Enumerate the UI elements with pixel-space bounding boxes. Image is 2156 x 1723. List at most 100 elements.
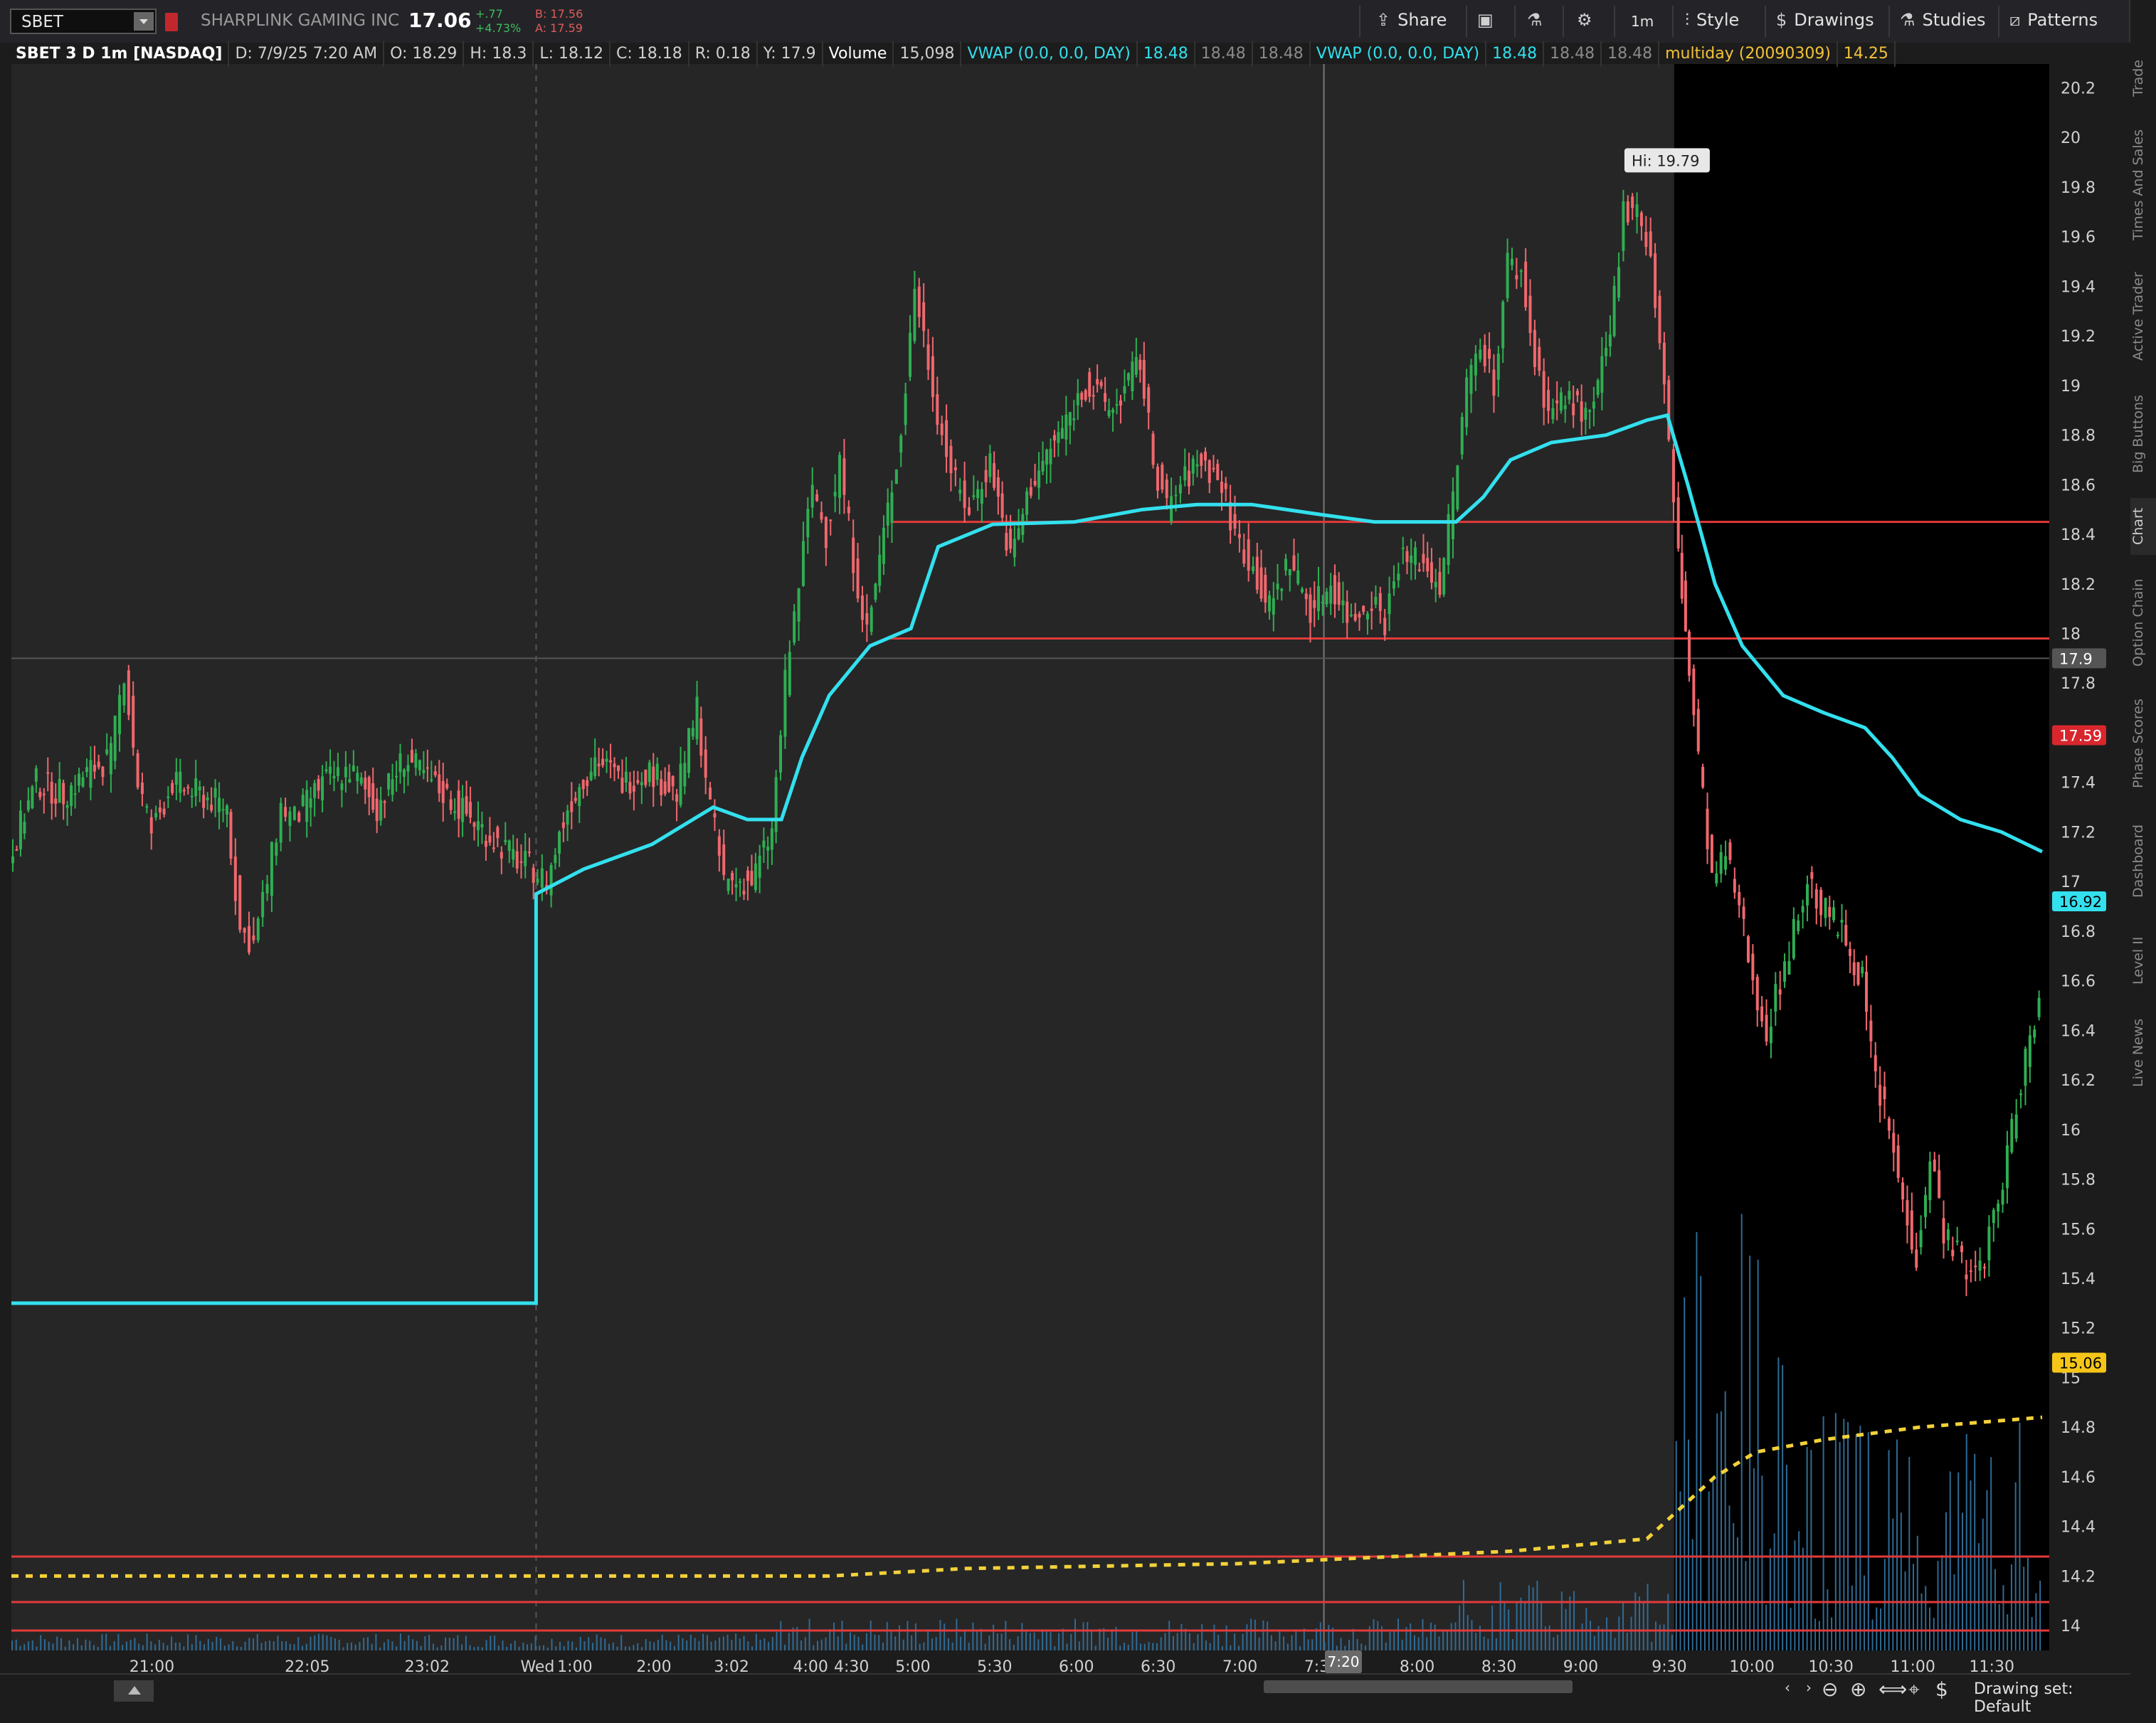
scroll-thumb[interactable] <box>1264 1680 1573 1693</box>
candle-body <box>105 749 109 754</box>
zoom-out-icon[interactable]: ⊖ <box>1822 1677 1838 1701</box>
volume-bar <box>204 1644 206 1650</box>
candle-body <box>1667 380 1671 440</box>
volume-bar <box>1593 1635 1595 1650</box>
drawings-button[interactable]: $ Drawings <box>1776 10 1874 30</box>
side-tab-big-buttons[interactable]: Big Buttons <box>2130 384 2156 484</box>
screenshot-button[interactable]: ▣ <box>1477 10 1501 30</box>
side-tab-times-and-sales[interactable]: Times And Sales <box>2130 121 2156 249</box>
candle-body <box>1524 261 1528 307</box>
volume-bar <box>15 1639 17 1650</box>
share-button[interactable]: ⇪ Share <box>1376 10 1447 30</box>
volume-bar <box>563 1645 565 1650</box>
vwap-study-label[interactable]: VWAP (0.0, 0.0, DAY) <box>961 41 1138 67</box>
side-tab-option-chain[interactable]: Option Chain <box>2130 569 2156 676</box>
candle-body <box>1465 377 1469 428</box>
volume-bar <box>387 1639 389 1650</box>
candle-body <box>309 798 312 808</box>
candle-body <box>275 842 278 856</box>
candle-body <box>515 851 519 869</box>
volume-bar <box>567 1640 569 1650</box>
candle-body <box>1316 585 1320 612</box>
volume-bar <box>408 1635 410 1650</box>
price-axis-icon[interactable]: $ <box>1935 1677 1948 1701</box>
volume-study-label[interactable]: Volume <box>823 41 894 67</box>
volume-bar <box>739 1638 741 1650</box>
side-tab-active-trader[interactable]: Active Trader <box>2130 263 2156 370</box>
price-axis[interactable]: 20.2 20 19.8 19.6 19.4 19.2 19 18.8 18.6 18.4 18.2… <box>2049 43 2130 1656</box>
price-tick-label: 18.4 <box>2061 526 2096 544</box>
volume-bar <box>64 1646 66 1650</box>
volume-bar <box>1483 1636 1485 1650</box>
price-chart[interactable]: 20.2 20 19.8 19.6 19.4 19.2 19 18.8 18.6 18.4 18.2… <box>0 43 2130 1679</box>
volume-bar <box>1426 1637 1428 1650</box>
candle-body <box>109 743 112 775</box>
patterns-button[interactable]: ⧄ Patterns <box>2009 10 2098 30</box>
scroll-home-button[interactable] <box>114 1680 154 1702</box>
side-tab-phase-scores[interactable]: Phase Scores <box>2130 690 2156 797</box>
volume-bar <box>109 1645 111 1650</box>
cursor-y: Y: 17.9 <box>758 41 823 67</box>
candle-body <box>1216 464 1220 480</box>
candle-body <box>1084 390 1087 401</box>
vwap2-study-label[interactable]: VWAP (0.0, 0.0, DAY) <box>1311 41 1487 67</box>
volume-bar <box>494 1635 496 1650</box>
studies-button[interactable]: ⚗ Studies <box>1900 10 1986 30</box>
volume-bar <box>277 1635 279 1650</box>
settings-button[interactable]: ⚙ <box>1577 10 1600 30</box>
zoom-in-icon[interactable]: ⊕ <box>1850 1677 1866 1701</box>
symbol-input[interactable]: SBET <box>10 9 157 34</box>
volume-bar <box>588 1637 590 1650</box>
multiday-study-label[interactable]: multiday (20090309) <box>1659 41 1838 67</box>
drawing-set-label[interactable]: Drawing set: Default <box>1974 1680 2130 1716</box>
style-button[interactable]: ⫶ Style <box>1685 10 1739 30</box>
volume-bar <box>253 1638 255 1650</box>
candle-body <box>597 763 601 767</box>
volume-bar <box>1757 1259 1759 1650</box>
volume-bar <box>1471 1620 1473 1650</box>
volume-bar <box>211 1641 213 1650</box>
volume-bar <box>2039 1580 2041 1650</box>
chart-title[interactable]: SBET 3 D 1m [NASDAQ] <box>10 41 230 67</box>
volume-bar <box>1933 1618 1935 1650</box>
volume-bar <box>1434 1624 1436 1650</box>
candle-body <box>899 435 903 453</box>
crosshair-icon[interactable]: ⌖ <box>1908 1677 1920 1702</box>
price-tick-label: 16.4 <box>2061 1022 2096 1040</box>
volume-bar <box>1990 1457 1992 1650</box>
side-tab-live-news[interactable]: Live News <box>2130 1010 2156 1096</box>
candle-body <box>1025 491 1029 515</box>
price-tick-label: 20 <box>2061 129 2081 147</box>
volume-bar <box>40 1635 42 1650</box>
candle-body <box>1892 1133 1896 1153</box>
candle-body <box>1919 1230 1923 1248</box>
candle-body <box>1333 575 1336 605</box>
scroll-right-icon[interactable]: › <box>1806 1679 1812 1696</box>
timeframe-button[interactable]: 1m <box>1631 13 1654 30</box>
volume-bar <box>653 1642 655 1650</box>
candle-body <box>1358 613 1361 618</box>
scroll-left-icon[interactable]: ‹ <box>1785 1679 1790 1696</box>
symbol-dropdown-icon[interactable] <box>134 12 154 31</box>
lab-button[interactable]: ⚗ <box>1527 10 1550 30</box>
chart-scrollbar[interactable]: ‹ › ⊖ ⊕ ⟺ ⌖ $ Drawing set: Default <box>0 1673 2130 1723</box>
volume-bar <box>1994 1569 1996 1650</box>
side-tab-dashboard[interactable]: Dashboard <box>2130 811 2156 911</box>
price-tick-label: 14.2 <box>2061 1568 2096 1586</box>
volume-bar <box>473 1647 475 1650</box>
zoom-fit-icon[interactable]: ⟺ <box>1878 1677 1907 1701</box>
side-tab-level-ii[interactable]: Level II <box>2130 925 2156 996</box>
volume-bar <box>813 1645 815 1650</box>
alert-flag-icon[interactable] <box>165 13 178 31</box>
candle-body <box>1200 454 1203 466</box>
candle-body <box>949 445 953 474</box>
side-tab-strip: Trade Times And Sales Active Trader Big … <box>2129 0 2156 1722</box>
side-tab-chart[interactable]: Chart <box>2130 498 2156 555</box>
candle-body <box>1515 275 1518 280</box>
volume-bar <box>273 1641 275 1650</box>
candle-body <box>663 781 667 794</box>
volume-bar <box>80 1645 83 1650</box>
side-tab-trade[interactable]: Trade <box>2130 50 2156 107</box>
volume-bar <box>1569 1596 1571 1650</box>
volume-bar <box>60 1638 62 1650</box>
